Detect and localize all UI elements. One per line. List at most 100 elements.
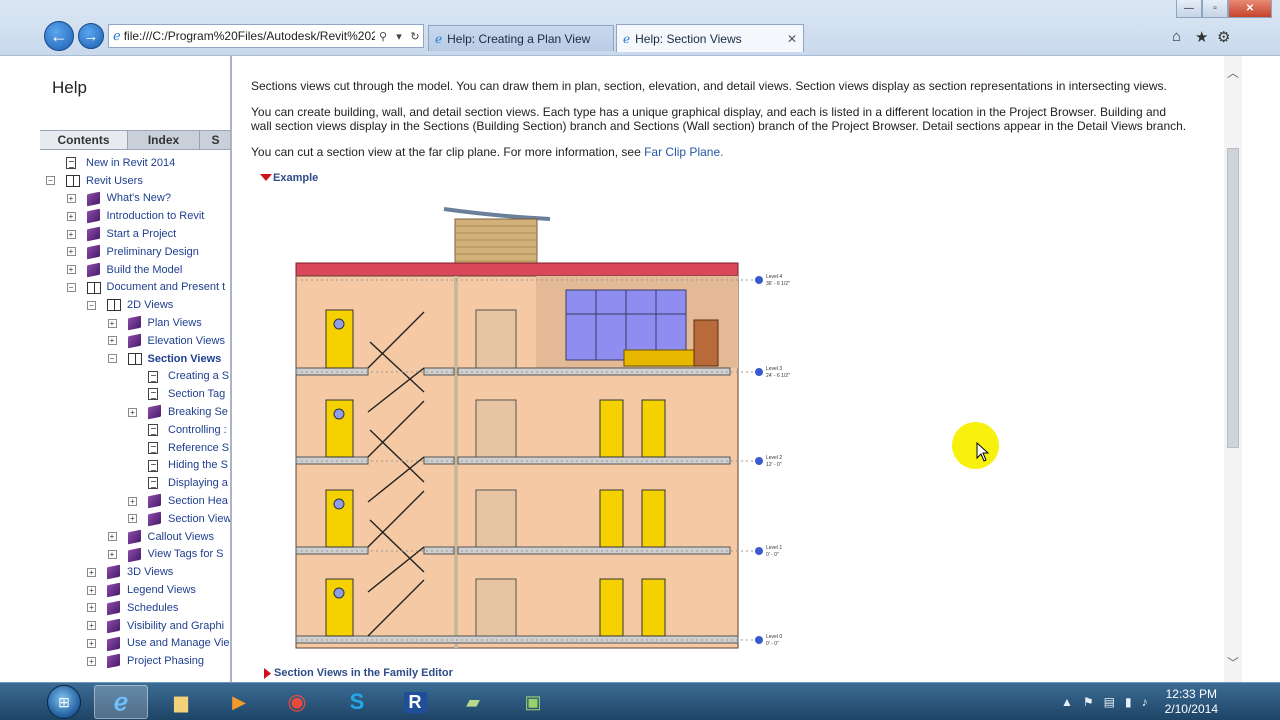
expand-icon[interactable]: +: [66, 193, 76, 203]
expand-icon[interactable]: +: [107, 532, 117, 542]
tree-item-label: Hiding the S: [168, 459, 228, 472]
tree-item-label: Introduction to Revit: [106, 210, 205, 223]
tree-item[interactable]: + Visibility and Graphi: [40, 617, 230, 635]
volume-icon[interactable]: ♪: [1142, 695, 1148, 709]
flag-icon[interactable]: ⚑: [1083, 695, 1094, 709]
tab-index[interactable]: Index: [128, 131, 200, 149]
taskbar-internet-explorer[interactable]: ℯ: [94, 685, 148, 719]
collapse-icon[interactable]: −: [107, 354, 117, 364]
expand-icon[interactable]: +: [128, 496, 137, 506]
taskbar-skype[interactable]: S: [330, 685, 384, 719]
scroll-down-icon[interactable]: ﹀: [1227, 654, 1239, 671]
tree-item[interactable]: Controlling :: [40, 421, 230, 439]
expand-icon[interactable]: +: [66, 265, 76, 275]
taskbar-notes[interactable]: ▰: [446, 685, 500, 719]
tree-item[interactable]: + View Tags for S: [40, 546, 230, 564]
far-clip-plane-link[interactable]: Far Clip Plane.: [644, 145, 723, 159]
tree-item[interactable]: Section Tag: [40, 385, 230, 403]
tree-item[interactable]: New in Revit 2014: [40, 154, 230, 172]
expand-icon[interactable]: +: [87, 585, 96, 595]
expand-icon[interactable]: +: [107, 318, 117, 328]
expand-icon[interactable]: +: [87, 656, 96, 666]
back-button[interactable]: ←: [44, 21, 74, 51]
forward-button[interactable]: →: [78, 23, 104, 49]
expand-icon[interactable]: +: [66, 211, 76, 221]
tab-creating-plan-view[interactable]: ℯ Help: Creating a Plan View: [428, 25, 614, 51]
expand-icon[interactable]: +: [66, 247, 76, 257]
expanded-triangle-icon: [260, 174, 272, 181]
tab-close-icon[interactable]: ✕: [787, 32, 797, 46]
example-toggle[interactable]: Example: [260, 172, 318, 184]
ie-icon: ℯ: [113, 688, 129, 716]
tree-item[interactable]: − Section Views: [40, 350, 230, 368]
family-editor-label: Section Views in the Family Editor: [274, 667, 453, 679]
tree-item[interactable]: + What's New?: [40, 190, 230, 208]
expand-icon[interactable]: +: [87, 621, 96, 631]
refresh-icon[interactable]: ↻: [407, 30, 423, 43]
tree-item[interactable]: Displaying a: [40, 474, 230, 492]
close-window-button[interactable]: ✕: [1228, 0, 1272, 18]
family-editor-toggle[interactable]: Section Views in the Family Editor: [264, 667, 453, 679]
scroll-up-icon[interactable]: ︿: [1227, 64, 1239, 81]
tree-item[interactable]: − Document and Present t: [40, 279, 230, 297]
maximize-button[interactable]: ▫: [1202, 0, 1228, 18]
vertical-scrollbar[interactable]: ︿ ﹀: [1224, 56, 1242, 682]
expand-icon[interactable]: +: [128, 407, 137, 417]
tree-item[interactable]: + Breaking Se: [40, 403, 230, 421]
tree-item[interactable]: + Build the Model: [40, 261, 230, 279]
address-bar[interactable]: ℯ file:///C:/Program%20Files/Autodesk/Re…: [108, 24, 424, 48]
dropdown-icon[interactable]: ▾: [391, 30, 407, 43]
windows-logo-icon: ⊞: [47, 685, 81, 719]
tree-item[interactable]: + Introduction to Revit: [40, 207, 230, 225]
tab-search[interactable]: S: [200, 131, 230, 149]
tree-item[interactable]: + Elevation Views: [40, 332, 230, 350]
tree-item[interactable]: + Callout Views: [40, 528, 230, 546]
tree-item[interactable]: + Schedules: [40, 599, 230, 617]
tree-item[interactable]: Creating a S: [40, 368, 230, 386]
tab-contents[interactable]: Contents: [40, 131, 128, 149]
collapse-icon[interactable]: −: [66, 282, 76, 292]
favorites-star-icon[interactable]: ★: [1195, 28, 1208, 46]
tree-item[interactable]: + Start a Project: [40, 225, 230, 243]
taskbar-media-player[interactable]: ▶: [212, 685, 266, 719]
start-button[interactable]: ⊞: [40, 684, 88, 720]
tree-item[interactable]: + Section Hea: [40, 492, 230, 510]
tree-item[interactable]: + Plan Views: [40, 314, 230, 332]
tree-item[interactable]: + Preliminary Design: [40, 243, 230, 261]
tab-section-views[interactable]: ℯ Help: Section Views ✕: [616, 24, 804, 52]
tree-item[interactable]: + Project Phasing: [40, 652, 230, 670]
tab-label: Help: Creating a Plan View: [447, 31, 591, 46]
expand-icon[interactable]: +: [87, 567, 96, 577]
tree-item[interactable]: +3D Views: [40, 563, 230, 581]
home-icon[interactable]: ⌂: [1172, 28, 1181, 45]
network-icon[interactable]: ▮: [1125, 695, 1132, 709]
tree-item[interactable]: Reference S: [40, 439, 230, 457]
scroll-thumb[interactable]: [1227, 148, 1239, 448]
expand-icon[interactable]: +: [87, 603, 96, 613]
tree-item[interactable]: Hiding the S: [40, 457, 230, 475]
system-clock[interactable]: 12:33 PM 2/10/2014: [1165, 687, 1218, 717]
expand-icon[interactable]: +: [107, 549, 117, 559]
tree-item[interactable]: − Revit Users: [40, 172, 230, 190]
taskbar-file-explorer[interactable]: ▆: [154, 685, 208, 719]
minimize-button[interactable]: —: [1176, 0, 1202, 18]
expand-icon[interactable]: +: [87, 638, 96, 648]
intro-paragraph: Sections views cut through the model. Yo…: [251, 79, 1167, 93]
taskbar-recorder[interactable]: ▣: [506, 685, 560, 719]
collapse-icon[interactable]: −: [87, 300, 96, 310]
gear-icon[interactable]: ⚙: [1217, 28, 1230, 46]
show-hidden-icons-icon[interactable]: ▲: [1061, 695, 1073, 709]
display-icon[interactable]: ▤: [1104, 695, 1115, 709]
expand-icon[interactable]: +: [128, 514, 137, 524]
tree-item[interactable]: + Use and Manage Vie: [40, 635, 230, 653]
collapse-icon[interactable]: −: [46, 176, 55, 186]
taskbar-chrome[interactable]: ◉: [270, 685, 324, 719]
tree-item[interactable]: + Legend Views: [40, 581, 230, 599]
expand-icon[interactable]: +: [66, 229, 76, 239]
search-icon[interactable]: ⚲: [375, 30, 391, 43]
taskbar-revit[interactable]: R: [388, 685, 442, 719]
types-paragraph-line2: wall section views display in the Sectio…: [251, 119, 1187, 133]
tree-item[interactable]: + Section View: [40, 510, 230, 528]
tree-item[interactable]: − 2D Views: [40, 296, 230, 314]
expand-icon[interactable]: +: [107, 336, 117, 346]
